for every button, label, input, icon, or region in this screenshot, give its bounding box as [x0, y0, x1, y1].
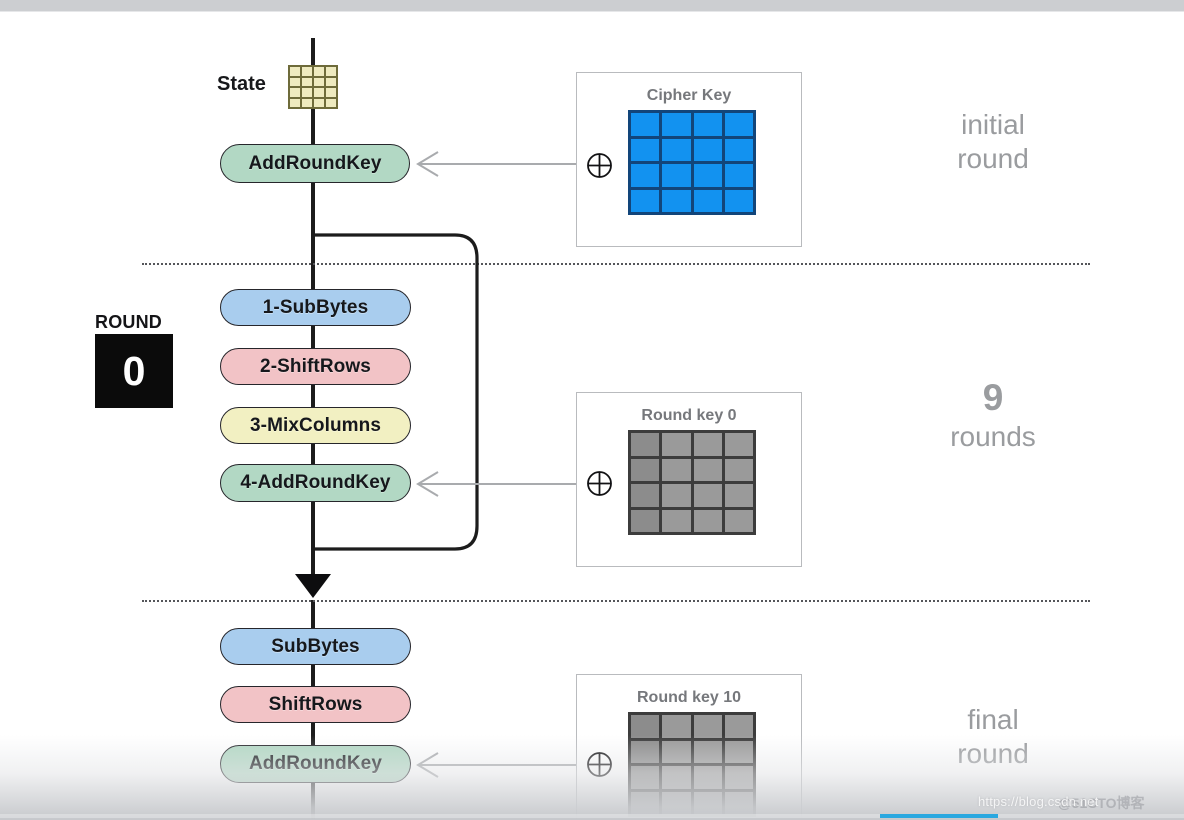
step-add-round-key-initial[interactable]: AddRoundKey [220, 144, 410, 183]
side-label-nine-rounds: 9 rounds [903, 375, 1083, 454]
side-label-initial-round: initial round [903, 108, 1083, 176]
connector-cipher-key [418, 163, 578, 165]
xor-icon-round-key-0 [586, 470, 613, 497]
step-add-round-key-round[interactable]: 4-AddRoundKey [220, 464, 411, 502]
flow-spine-sub-shift [311, 324, 315, 350]
video-progress-fill[interactable] [880, 814, 998, 818]
flow-arrowhead-down [295, 574, 331, 598]
video-top-bar-divider [0, 11, 1184, 12]
side-label-final-line1: final [967, 704, 1019, 735]
flow-spine-shift-mix [311, 383, 315, 409]
side-label-initial-line2: round [957, 143, 1029, 175]
connector-round-key-0 [418, 483, 578, 485]
side-label-rounds-count: 9 [982, 377, 1004, 418]
flow-spine-initial-to-round [311, 180, 315, 290]
xor-icon-cipher-key [586, 152, 613, 179]
section-divider-rounds [142, 600, 1090, 602]
connector-arrowhead-cipher-key [416, 151, 439, 177]
state-matrix [288, 65, 338, 109]
section-divider-initial [142, 263, 1090, 265]
step-add-round-key-final[interactable]: AddRoundKey [220, 745, 411, 783]
side-label-final-round: final round [903, 703, 1083, 771]
connector-arrowhead-round-key-0 [416, 471, 439, 497]
side-label-final-line2: round [957, 738, 1029, 770]
step-mix-columns-round[interactable]: 3-MixColumns [220, 407, 411, 444]
flow-spine-subbytes-shiftrows [311, 664, 315, 688]
flow-spine-mix-add [311, 442, 315, 466]
step-sub-bytes-final[interactable]: SubBytes [220, 628, 411, 665]
xor-icon-round-key-10 [586, 751, 613, 778]
round-key-10-matrix [628, 712, 756, 817]
watermark-url: https://blog.csdn.net [978, 794, 1099, 809]
round-badge-value-box: 0 [95, 334, 173, 408]
connector-arrowhead-round-key-10 [416, 752, 439, 778]
video-top-bar [0, 0, 1184, 11]
flow-spine-shiftrows-addroundkey [311, 722, 315, 746]
flow-spine-final-entry [311, 600, 315, 630]
step-shift-rows-final[interactable]: ShiftRows [220, 686, 411, 723]
round-badge-value: 0 [122, 347, 146, 394]
side-label-initial-line1: initial [961, 109, 1025, 140]
step-shift-rows-round[interactable]: 2-ShiftRows [220, 348, 411, 385]
round-badge-label: ROUND [95, 312, 162, 332]
step-sub-bytes-round[interactable]: 1-SubBytes [220, 289, 411, 326]
video-progress-track[interactable] [0, 814, 1184, 818]
cipher-key-matrix [628, 110, 756, 215]
round-key-10-title: Round key 10 [636, 689, 742, 706]
side-label-rounds-text: rounds [950, 421, 1036, 453]
aes-diagram-canvas: State AddRoundKey Cipher Key initial rou… [0, 0, 1184, 820]
state-label: State [217, 73, 266, 95]
cipher-key-title: Cipher Key [646, 87, 732, 104]
round-key-0-title: Round key 0 [641, 407, 737, 424]
round-key-0-matrix [628, 430, 756, 535]
connector-round-key-10 [418, 764, 578, 766]
